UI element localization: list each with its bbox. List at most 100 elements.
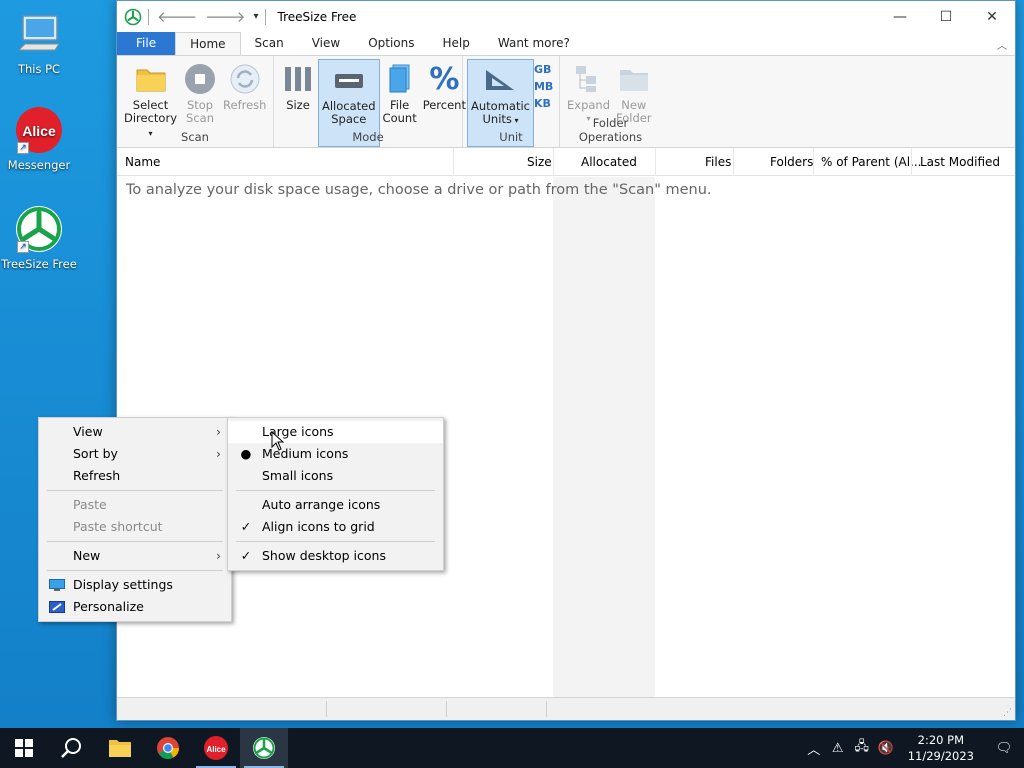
dropdown-arrow-icon: ▾ — [511, 116, 519, 125]
menu-item-refresh[interactable]: Refresh — [39, 465, 231, 487]
menu-item-label: View — [73, 424, 103, 439]
personalize-icon — [49, 601, 65, 613]
empty-state-hint: To analyze your disk space usage, choose… — [126, 182, 712, 198]
treesize-icon: ↗ — [15, 205, 63, 253]
divider — [553, 148, 554, 176]
start-button[interactable] — [0, 728, 48, 768]
system-tray: ︿ ⚠ 🖧 🔇 2:20 PM 11/29/2023 🗨 — [802, 728, 1024, 768]
tab-options[interactable]: Options — [354, 32, 428, 55]
desktop-context-menu: View › Sort by › Refresh Paste Paste sho… — [38, 417, 232, 622]
menu-item-label: Auto arrange icons — [262, 497, 381, 512]
unit-gb-button[interactable]: GB — [534, 63, 553, 76]
menu-item-sort-by[interactable]: Sort by › — [39, 443, 231, 465]
taskbar-file-explorer[interactable] — [96, 728, 144, 768]
menu-item-auto-arrange[interactable]: Auto arrange icons — [228, 494, 443, 516]
menu-item-label: Display settings — [73, 577, 173, 592]
maximize-button[interactable]: ☐ — [923, 1, 969, 32]
allocated-space-label-2: Space — [331, 112, 367, 126]
checkmark-icon: ✓ — [240, 519, 252, 534]
desktop-icon-treesize[interactable]: ↗ TreeSize Free — [1, 205, 77, 271]
file-stack-icon — [383, 61, 417, 97]
divider — [326, 701, 327, 717]
menu-item-show-desktop-icons[interactable]: ✓ Show desktop icons — [228, 545, 443, 567]
ribbon: Select Directory ▾ Stop Scan Refresh Sca… — [117, 55, 1015, 148]
alice-messenger-icon: Alice — [204, 736, 228, 760]
title-bar[interactable]: 🡐 🡒 ▾ TreeSize Free — ☐ ✕ — [117, 1, 1015, 32]
resize-grip-icon[interactable]: ⋰ — [1003, 708, 1012, 718]
menu-item-medium-icons[interactable]: ● Medium icons — [228, 443, 443, 465]
tab-scan[interactable]: Scan — [241, 32, 298, 55]
clock[interactable]: 2:20 PM 11/29/2023 — [898, 732, 984, 764]
collapse-ribbon-icon[interactable]: ︿ — [997, 37, 1007, 52]
taskbar-treesize[interactable] — [240, 728, 288, 768]
stop-icon — [183, 61, 217, 97]
desktop-icon-this-pc[interactable]: This PC — [1, 10, 77, 76]
alice-logo-text: Alice — [22, 123, 56, 139]
column-header-row: Name Size Allocated ﹀ Files Folders % of… — [117, 148, 1015, 197]
ribbon-group-mode: Size Allocated Space File Count % Percen… — [274, 56, 466, 147]
display-settings-icon — [49, 579, 65, 591]
view-submenu: Large icons ● Medium icons Small icons A… — [227, 417, 444, 571]
volume-muted-icon[interactable]: 🔇 — [874, 741, 898, 756]
menu-item-label: Refresh — [73, 468, 121, 483]
refresh-icon — [228, 61, 262, 97]
desktop-icon-label: Messenger — [7, 158, 71, 172]
forward-arrow-icon[interactable]: 🡒 — [205, 7, 245, 26]
treesize-app-icon[interactable] — [124, 8, 142, 26]
menu-item-small-icons[interactable]: Small icons — [228, 465, 443, 487]
search-icon — [61, 738, 81, 758]
unit-kb-button[interactable]: KB — [534, 97, 553, 110]
column-header-last-modified[interactable]: Last Modified — [912, 148, 1008, 176]
notifications-icon[interactable]: 🗨 — [984, 741, 1024, 756]
menu-separator — [47, 541, 223, 542]
menu-item-label: Sort by — [73, 446, 118, 461]
menu-item-paste-shortcut: Paste shortcut — [39, 516, 231, 538]
divider — [655, 148, 656, 176]
quick-access-dropdown-icon[interactable]: ▾ — [253, 11, 258, 22]
network-warning-icon[interactable]: ⚠ — [826, 741, 850, 756]
divider — [446, 701, 447, 717]
menu-item-view[interactable]: View › — [39, 421, 231, 443]
menu-item-label: Small icons — [262, 468, 334, 483]
checkmark-icon: ✓ — [240, 548, 252, 563]
menu-item-label: Personalize — [73, 599, 144, 614]
menu-item-label: Paste — [73, 497, 107, 512]
chevron-right-icon: › — [216, 446, 221, 461]
desktop-icon-label: This PC — [17, 62, 61, 76]
ribbon-group-label: Folder Operations — [578, 116, 643, 144]
menu-item-display-settings[interactable]: Display settings — [39, 574, 231, 596]
ribbon-group-label: Unit — [499, 130, 523, 144]
ribbon-group-folder-operations: Expand ▾ New Folder Folder Operations — [560, 56, 661, 147]
column-header-allocated[interactable]: Allocated ﹀ — [573, 148, 655, 197]
desktop-icon-messenger[interactable]: Alice ↗ Messenger — [1, 106, 77, 172]
menu-item-align-to-grid[interactable]: ✓ Align icons to grid — [228, 516, 443, 538]
taskbar-chrome[interactable] — [144, 728, 192, 768]
search-button[interactable] — [48, 728, 96, 768]
percent-mode-label: Percent — [422, 98, 466, 112]
show-hidden-icons-chevron-icon[interactable]: ︿ — [802, 739, 826, 758]
alice-logo-text: Alice — [206, 745, 226, 754]
tab-view[interactable]: View — [298, 32, 354, 55]
stop-scan-label-2: Scan — [186, 111, 214, 125]
menu-separator — [47, 570, 223, 571]
unit-mb-button[interactable]: MB — [534, 80, 553, 93]
network-icon[interactable]: 🖧 — [850, 737, 874, 759]
menu-item-new[interactable]: New › — [39, 545, 231, 567]
menu-item-large-icons[interactable]: Large icons — [228, 421, 443, 443]
chevron-right-icon: › — [216, 424, 221, 439]
menu-separator — [236, 541, 435, 542]
back-arrow-icon[interactable]: 🡐 — [157, 7, 197, 26]
chrome-icon — [157, 737, 179, 759]
tab-home[interactable]: Home — [175, 32, 241, 55]
close-button[interactable]: ✕ — [969, 1, 1015, 32]
tab-file[interactable]: File — [117, 32, 176, 55]
ruler-triangle-icon — [483, 62, 517, 98]
tab-help[interactable]: Help — [429, 32, 484, 55]
taskbar: Alice ︿ ⚠ 🖧 🔇 2:20 PM 11/29/2023 🗨 — [0, 728, 1024, 768]
column-header-name[interactable]: Name — [117, 148, 168, 176]
taskbar-messenger[interactable]: Alice — [192, 728, 240, 768]
tab-want-more[interactable]: Want more? — [484, 32, 584, 55]
minimize-button[interactable]: — — [877, 1, 923, 32]
hard-drive-icon — [332, 62, 366, 98]
menu-item-personalize[interactable]: Personalize — [39, 596, 231, 618]
